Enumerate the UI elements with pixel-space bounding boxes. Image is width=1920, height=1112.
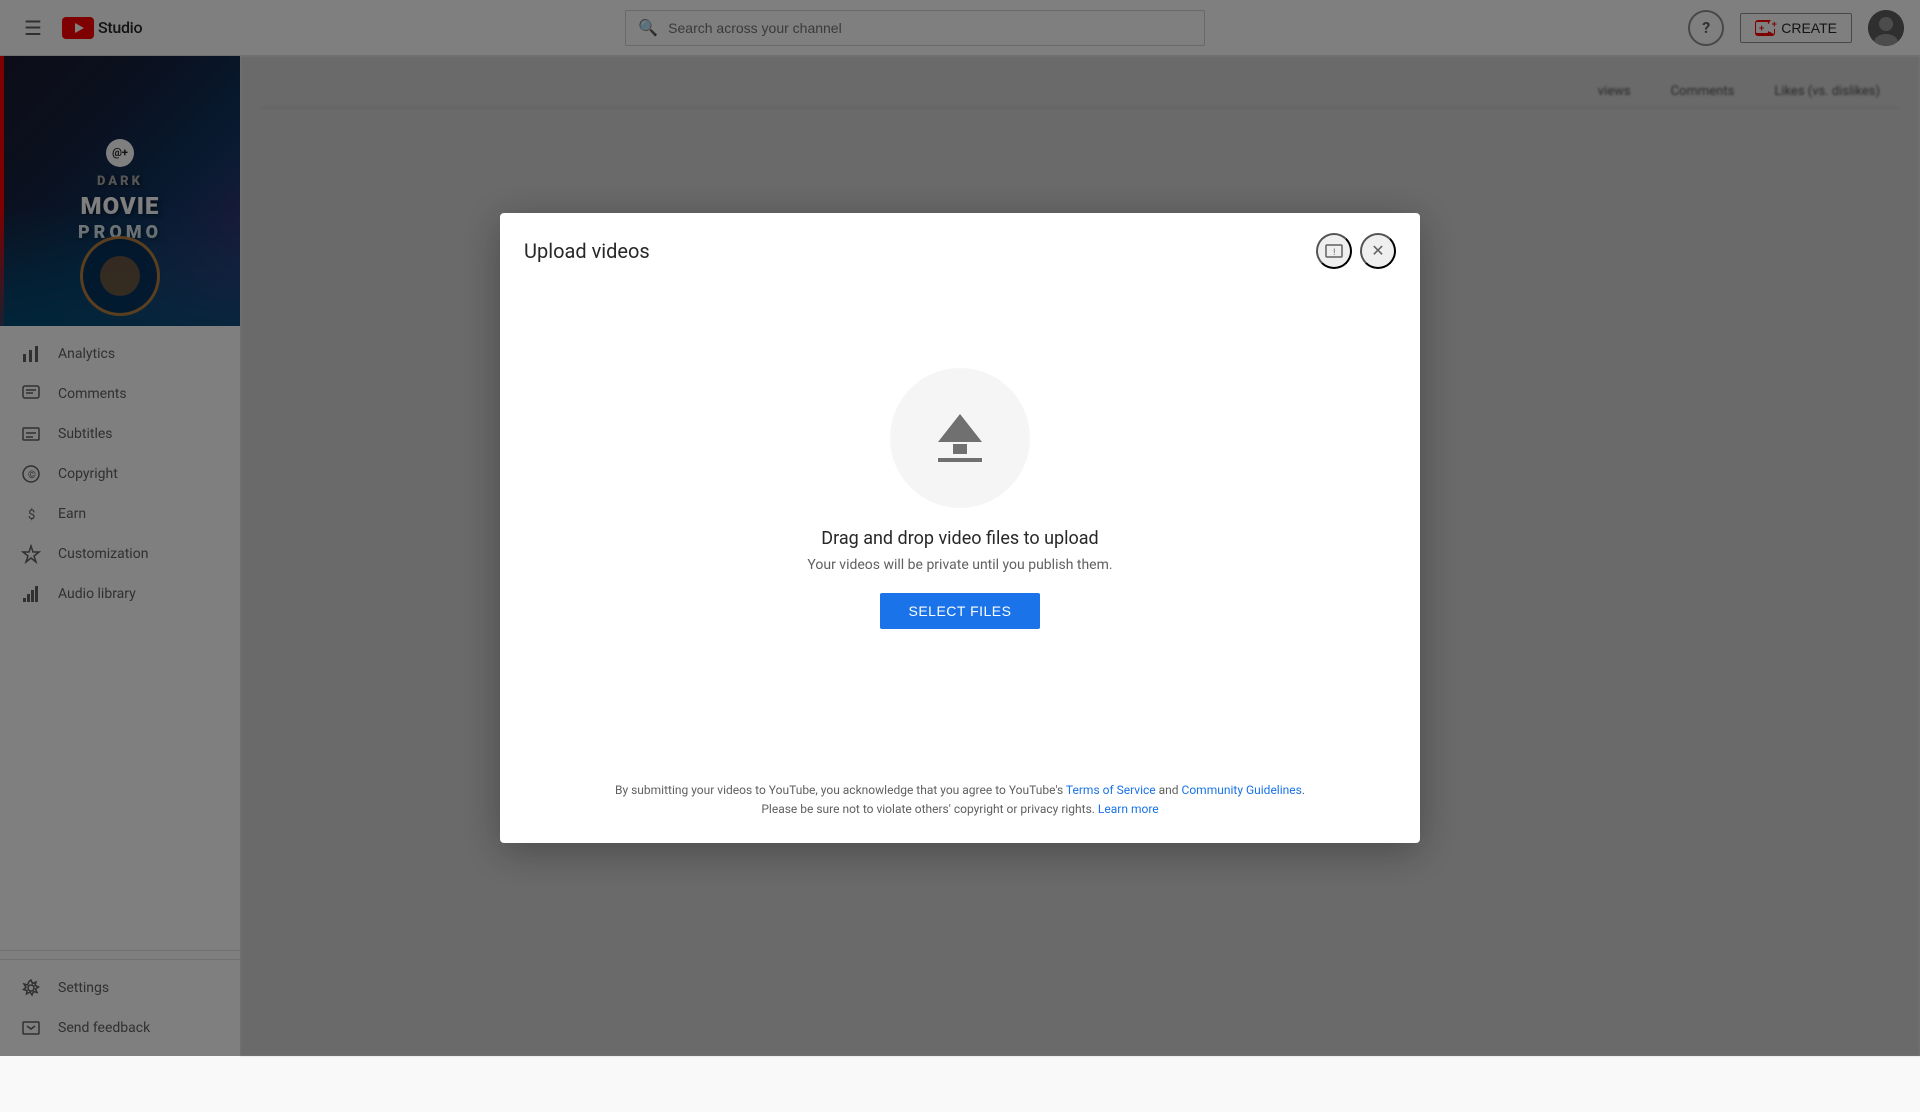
upload-modal: Upload videos ! ✕ — [500, 213, 1420, 843]
svg-text:!: ! — [1333, 247, 1336, 257]
close-icon: ✕ — [1371, 241, 1384, 261]
footer-period: . — [1302, 783, 1305, 797]
modal-alert-button[interactable]: ! — [1316, 233, 1352, 269]
footer-learn-more-link[interactable]: Learn more — [1098, 802, 1159, 816]
private-note: Your videos will be private until you pu… — [807, 557, 1112, 573]
modal-header-actions: ! ✕ — [1316, 233, 1396, 269]
arrow-shaft — [953, 444, 967, 454]
modal-footer: By submitting your videos to YouTube, yo… — [500, 765, 1420, 843]
footer-text: By submitting your videos to YouTube, yo… — [524, 781, 1396, 819]
arrow-head — [938, 414, 982, 442]
modal-overlay: Upload videos ! ✕ — [0, 0, 1920, 1056]
footer-and-text: and — [1156, 783, 1182, 797]
modal-title: Upload videos — [524, 239, 650, 263]
arrow-base — [938, 458, 982, 462]
upload-drop-area: Drag and drop video files to upload Your… — [807, 368, 1112, 629]
upload-circle — [890, 368, 1030, 508]
modal-close-button[interactable]: ✕ — [1360, 233, 1396, 269]
select-files-button[interactable]: SELECT FILES — [880, 593, 1039, 629]
footer-cg-link[interactable]: Community Guidelines — [1182, 783, 1302, 797]
modal-header: Upload videos ! ✕ — [500, 213, 1420, 285]
footer-pre-text: By submitting your videos to YouTube, yo… — [615, 783, 1066, 797]
upload-arrow-icon — [938, 414, 982, 462]
footer-text2: Please be sure not to violate others' co… — [761, 802, 1098, 816]
footer-tos-link[interactable]: Terms of Service — [1066, 783, 1156, 797]
modal-body: Drag and drop video files to upload Your… — [500, 285, 1420, 765]
drag-drop-text: Drag and drop video files to upload — [821, 528, 1098, 549]
alert-icon: ! — [1324, 241, 1344, 261]
